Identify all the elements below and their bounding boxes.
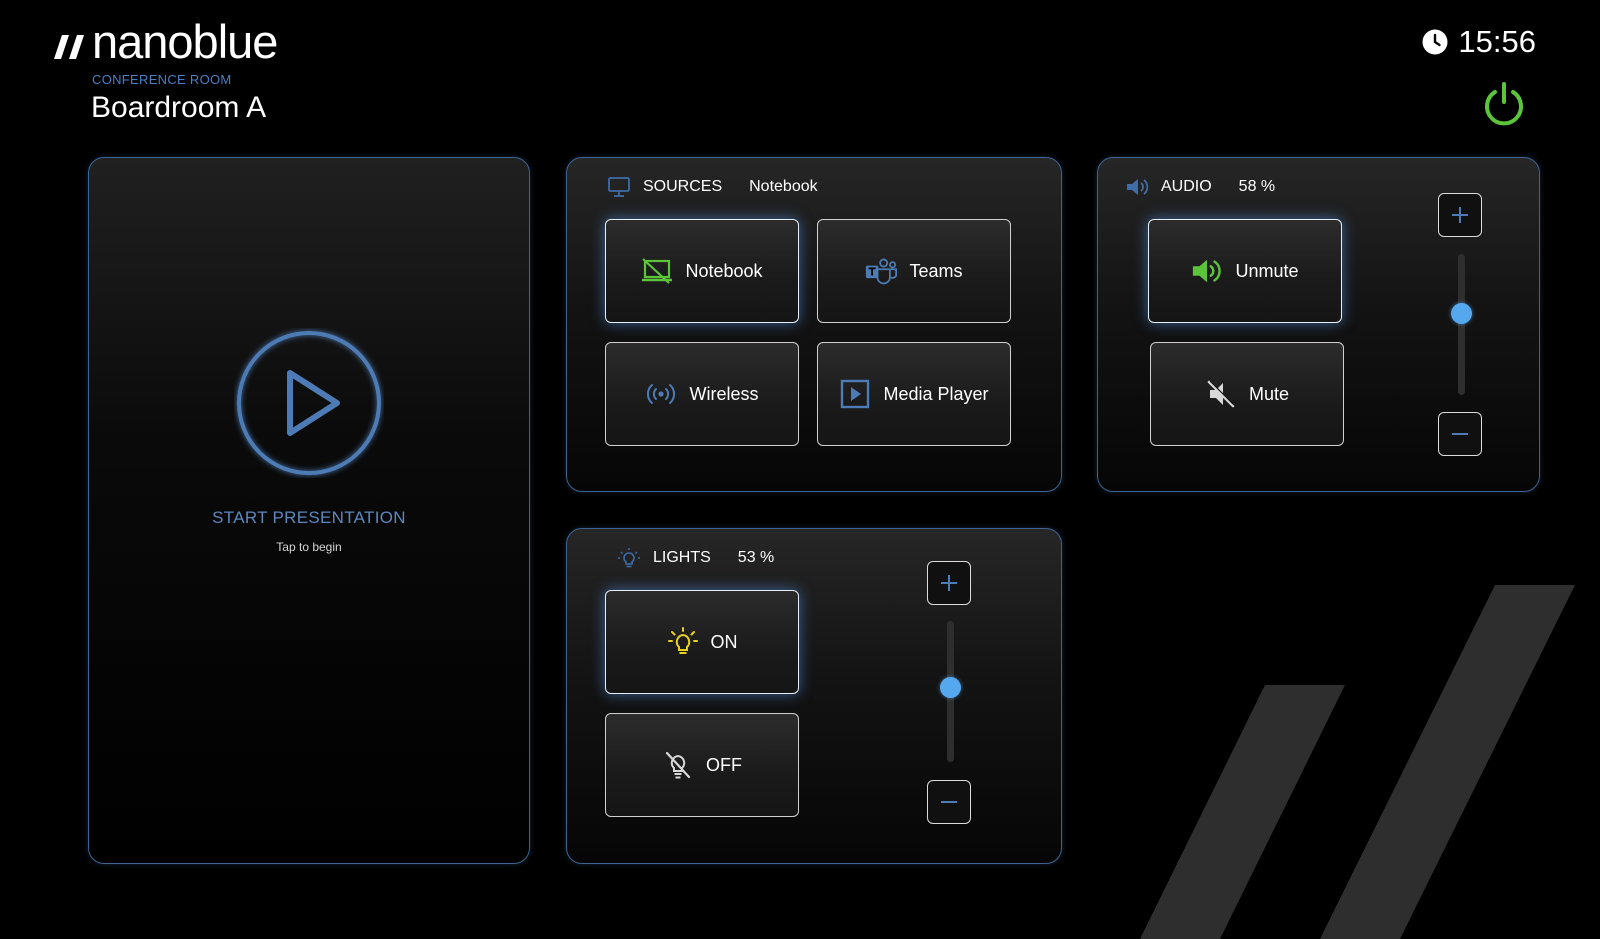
clock: 15:56 [1422,24,1536,60]
bulb-off-icon [662,749,694,781]
notebook-icon [641,255,673,287]
audio-header: AUDIO 58 % [1125,176,1275,198]
minus-icon [941,801,957,803]
clock-time: 15:56 [1458,24,1536,59]
unmute-label: Unmute [1235,260,1299,281]
play-icon[interactable] [234,328,384,478]
room-name: Boardroom A [91,91,267,124]
audio-panel: AUDIO 58 % Unmute Mute [1097,157,1540,492]
speaker-muted-icon [1205,378,1237,410]
lights-slider[interactable] [940,621,961,762]
brand-name: nanoblue [92,15,278,68]
clock-icon [1422,29,1448,55]
lights-panel: LIGHTS 53 % ON OFF [566,528,1062,864]
volume-slider-knob[interactable] [1451,302,1472,324]
monitor-icon [608,177,630,197]
lights-header: LIGHTS 53 % [617,547,774,569]
audio-level-text: 58 % [1238,178,1276,195]
source-notebook-button[interactable]: Notebook [605,219,799,323]
bulb-on-icon [667,626,699,658]
source-media-player-button[interactable]: Media Player [817,342,1011,446]
lights-title: LIGHTS [653,549,711,566]
presentation-panel[interactable]: START PRESENTATION Tap to begin [88,157,530,864]
source-notebook-label: Notebook [685,260,763,281]
source-wireless-label: Wireless [689,383,759,404]
sources-panel: SOURCES Notebook Notebook Teams Wireless… [566,157,1062,492]
volume-up-button[interactable] [1438,193,1482,237]
wireless-icon [645,378,677,410]
lights-off-label: OFF [706,754,742,775]
lights-off-button[interactable]: OFF [605,713,799,817]
power-button[interactable] [1480,80,1528,128]
media-player-icon [839,378,871,410]
brand-logo: nanoblue [52,15,278,68]
lights-on-label: ON [710,631,738,652]
start-presentation-label[interactable]: START PRESENTATION [89,508,529,528]
source-teams-label: Teams [909,260,963,281]
bulb-icon [618,548,640,568]
source-teams-button[interactable]: Teams [817,219,1011,323]
minus-icon [1452,433,1468,435]
sources-header: SOURCES Notebook [607,176,818,198]
speaker-icon [1127,179,1149,195]
mute-label: Mute [1248,383,1290,404]
sources-title: SOURCES [643,178,723,195]
volume-down-button[interactable] [1438,412,1482,456]
lights-level-text: 53 % [737,549,775,566]
tap-to-begin-hint: Tap to begin [276,540,342,554]
lights-slider-knob[interactable] [940,676,961,698]
lights-up-button[interactable] [927,561,971,605]
room-subtitle: CONFERENCE ROOM [92,72,232,87]
unmute-button[interactable]: Unmute [1148,219,1342,323]
sources-current: Notebook [749,178,818,195]
teams-icon [865,255,898,287]
source-wireless-button[interactable]: Wireless [605,342,799,446]
mute-button[interactable]: Mute [1150,342,1344,446]
source-media-player-label: Media Player [883,383,989,404]
lights-on-button[interactable]: ON [605,590,799,694]
lights-down-button[interactable] [927,780,971,824]
plus-icon [1452,207,1468,223]
audio-title: AUDIO [1161,178,1212,195]
plus-icon [941,575,957,591]
logo-slashes-icon [54,35,84,59]
speaker-icon [1191,255,1223,287]
volume-slider[interactable] [1451,254,1472,395]
